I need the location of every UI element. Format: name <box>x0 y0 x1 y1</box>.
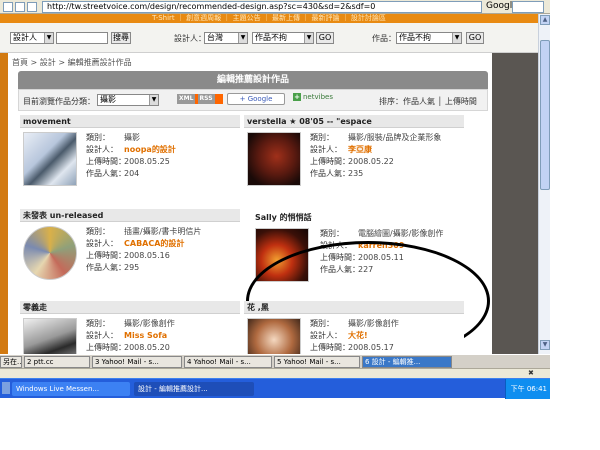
card-thumbnail[interactable] <box>23 226 77 280</box>
window-tab[interactable]: 2 ptt.cc <box>24 356 90 368</box>
card-thumbnail[interactable] <box>23 318 77 354</box>
quick-launch-icon[interactable] <box>2 382 10 394</box>
card-title[interactable]: 未發表 un-released <box>20 209 240 222</box>
netvibes-button[interactable]: + netvibes <box>293 93 333 101</box>
card-thumbnail[interactable] <box>247 318 301 354</box>
design-card[interactable]: 花 ,黑 類別： 攝影/影像創作 設計人： 大花! 上傳時間：2008.05.17 <box>244 301 464 354</box>
chevron-down-icon: ▼ <box>149 95 158 105</box>
window-tab[interactable]: 4 Yahoo! Mail - s... <box>184 356 272 368</box>
window-tab[interactable]: 5 Yahoo! Mail - s... <box>274 356 360 368</box>
add-to-google-button[interactable]: + Google <box>227 93 285 105</box>
designer-filter-label: 設計人： <box>174 34 206 43</box>
status-bar: ✖ <box>0 368 550 378</box>
go-button-work[interactable]: GO <box>466 32 484 44</box>
designer-link[interactable]: noopa的設計 <box>124 145 176 154</box>
chevron-down-icon: ▼ <box>452 33 461 43</box>
card-title[interactable]: verstella ★ 08'05 -- "espace <box>244 115 464 128</box>
card-thumbnail[interactable] <box>247 132 301 186</box>
chevron-down-icon: ▼ <box>238 33 247 43</box>
security-icon: ✖ <box>528 369 534 377</box>
scroll-down-icon[interactable]: ▼ <box>540 340 550 350</box>
designer-link[interactable]: Miss Sofa <box>124 331 167 340</box>
right-side-panel <box>492 53 538 354</box>
card-title[interactable]: Sally 的悄悄話 <box>252 211 472 224</box>
sort-options[interactable]: 排序：作品人氣 │ 上傳時間 <box>379 96 477 107</box>
search-button[interactable]: 搜尋 <box>111 32 131 44</box>
main-content: 首頁 > 設計 > 編輯推薦設計作品 編輯推薦設計作品 目前瀏覽作品分類： 攝影… <box>8 53 492 354</box>
page-title: 編輯推薦設計作品 <box>18 71 488 89</box>
search-category-select[interactable]: 設計人 ▼ <box>10 32 54 44</box>
scroll-thumb[interactable] <box>540 40 550 190</box>
window-list-bar: 另在... 2 ptt.cc 3 Yahoo! Mail - s... 4 Ya… <box>0 354 550 368</box>
design-card[interactable]: verstella ★ 08'05 -- "espace 類別： 攝影/服裝/品牌… <box>244 115 464 195</box>
os-taskbar: Windows Live Messen... 設計 - 編輯推薦設計... 下午… <box>0 378 550 399</box>
work-filter-select[interactable]: 作品不拘 ▼ <box>252 32 314 44</box>
search-input[interactable] <box>56 32 108 44</box>
vertical-scrollbar[interactable]: ▲ ▼ <box>538 14 550 354</box>
xml-icon: XML <box>177 94 196 104</box>
plus-icon: + <box>293 93 301 101</box>
chevron-down-icon: ▼ <box>44 33 53 43</box>
scroll-up-icon[interactable]: ▲ <box>540 15 550 25</box>
rss-button[interactable]: XML RSS <box>177 94 223 104</box>
forward-icon[interactable] <box>15 2 25 12</box>
category-filter-row: 目前瀏覽作品分類： 攝影 ▼ XML RSS + Google + netvibes… <box>18 89 488 111</box>
window-tab[interactable]: 另在... <box>0 356 22 368</box>
taskbar-button-messenger[interactable]: Windows Live Messen... <box>12 382 130 396</box>
card-thumbnail[interactable] <box>23 132 77 186</box>
back-icon[interactable] <box>3 2 13 12</box>
breadcrumb[interactable]: 首頁 > 設計 > 編輯推薦設計作品 <box>12 57 132 68</box>
window-tab-active[interactable]: 6 設計 - 編輯推... <box>362 356 452 368</box>
design-card[interactable]: 未發表 un-released 類別： 插畫/攝影/書卡明信片 設計人： CABAC… <box>20 209 240 289</box>
go-button-designer[interactable]: GO <box>316 32 334 44</box>
design-card[interactable]: 零義走 類別： 攝影/影像創作 設計人： Miss Sofa 上傳時間：2008.0… <box>20 301 240 354</box>
category-select[interactable]: 攝影 ▼ <box>97 94 159 106</box>
browser-toolbar: http://tw.streetvoice.com/design/recomme… <box>0 0 550 14</box>
favicon-icon <box>27 2 37 12</box>
taskbar-button-browser[interactable]: 設計 - 編輯推薦設計... <box>134 382 254 396</box>
window-tab[interactable]: 3 Yahoo! Mail - s... <box>92 356 182 368</box>
card-title[interactable]: movement <box>20 115 240 128</box>
chevron-down-icon: ▼ <box>304 33 313 43</box>
google-search-input[interactable] <box>512 1 544 13</box>
card-title[interactable]: 零義走 <box>20 301 240 314</box>
site-search-bar: 設計人 ▼ 搜尋 設計人： 台灣 ▼ 作品不拘 ▼ GO 作品： 作品不拘 ▼ GO <box>0 23 538 53</box>
work-type-select[interactable]: 作品不拘 ▼ <box>396 32 462 44</box>
web-page: T-Shirt ｜ 創意週周報 ｜ 主題公告 ｜ 最新上傳 ｜ 最新評論 ｜ 設… <box>0 14 538 354</box>
clock: 下午 06:41 <box>510 385 547 393</box>
designer-link[interactable]: CABACA的設計 <box>124 239 184 248</box>
designer-link[interactable]: 李亞康 <box>348 145 372 154</box>
designer-link[interactable]: 大花! <box>348 331 368 340</box>
category-filter-label: 目前瀏覽作品分類： <box>23 97 95 106</box>
region-select[interactable]: 台灣 ▼ <box>204 32 248 44</box>
design-card[interactable]: movement 類別： 攝影 設計人： noopa的設計 上傳時間：2008.05… <box>20 115 240 195</box>
system-tray: 下午 06:41 <box>505 379 550 399</box>
address-bar[interactable]: http://tw.streetvoice.com/design/recomme… <box>42 1 482 13</box>
site-top-nav[interactable]: T-Shirt ｜ 創意週周報 ｜ 主題公告 ｜ 最新上傳 ｜ 最新評論 ｜ 設… <box>0 14 538 23</box>
card-title[interactable]: 花 ,黑 <box>244 301 464 314</box>
work-filter-label: 作品： <box>372 34 396 43</box>
